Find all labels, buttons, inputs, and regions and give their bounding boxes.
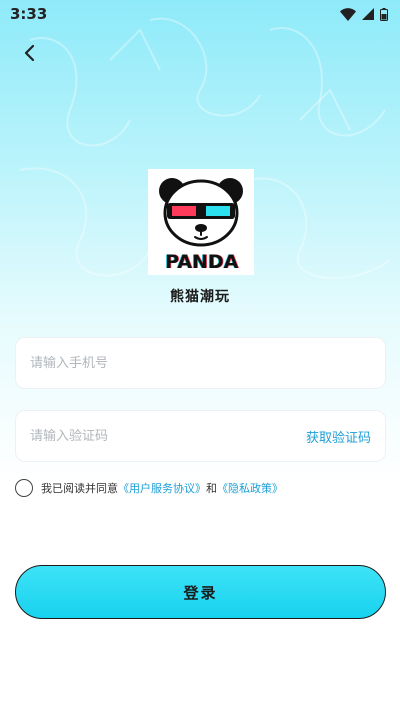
- back-button[interactable]: [14, 38, 44, 68]
- code-field[interactable]: 获取验证码: [15, 410, 386, 462]
- phone-field[interactable]: [15, 337, 386, 389]
- agreement-row: 我已阅读并同意 《用户服务协议》 和 《隐私政策》: [15, 478, 283, 498]
- logo-text: PANDA: [165, 251, 239, 273]
- app-name: 熊猫潮玩: [170, 289, 230, 305]
- login-button[interactable]: 登录: [15, 565, 386, 619]
- status-bar: 3:33: [0, 0, 400, 28]
- status-icons: [340, 7, 388, 21]
- phone-input[interactable]: [30, 338, 371, 388]
- battery-icon: [380, 7, 388, 21]
- agreement-checkbox[interactable]: [15, 479, 33, 497]
- signal-icon: [362, 8, 374, 20]
- terms-link[interactable]: 《用户服务协议》: [118, 480, 206, 496]
- wifi-icon: [340, 7, 356, 21]
- verification-code-input[interactable]: [30, 411, 306, 461]
- privacy-link[interactable]: 《隐私政策》: [217, 480, 283, 496]
- chevron-left-icon: [24, 44, 35, 62]
- status-time: 3:33: [10, 5, 48, 23]
- app-logo: PANDA PANDA PANDA: [148, 169, 254, 275]
- agreement-conjunction: 和: [206, 482, 217, 495]
- get-code-button[interactable]: 获取验证码: [306, 427, 371, 446]
- agreement-prefix: 我已阅读并同意: [41, 482, 118, 495]
- background-watermark: [19, 17, 391, 280]
